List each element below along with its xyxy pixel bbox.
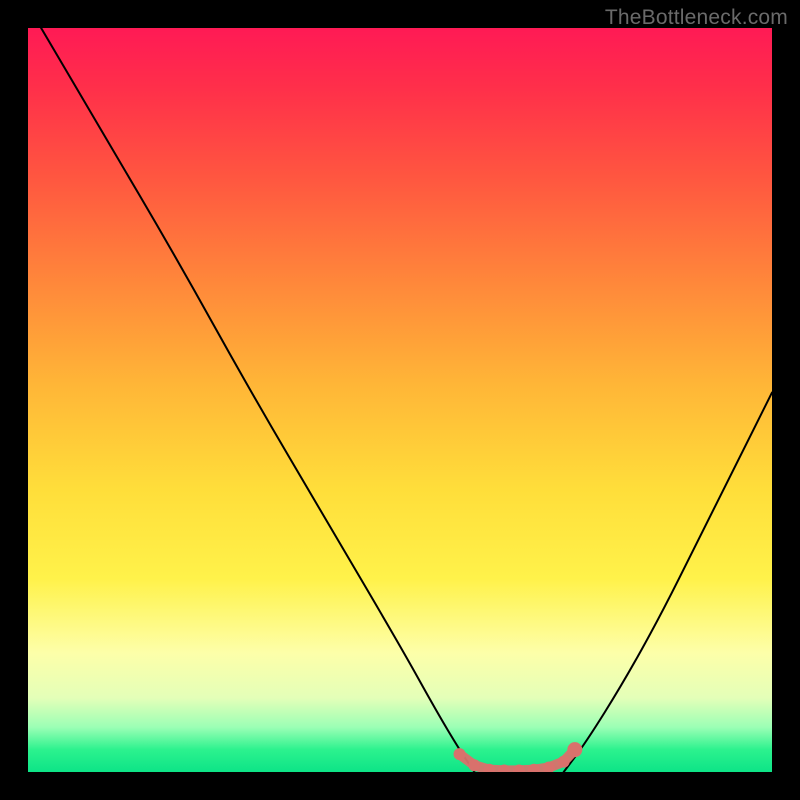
- optimal-endpoint: [567, 742, 582, 757]
- watermark-text: TheBottleneck.com: [605, 6, 788, 30]
- chart-svg: [28, 28, 772, 772]
- chart-plot-area: [28, 28, 772, 772]
- curve-right-branch: [564, 393, 772, 772]
- curve-left-branch: [28, 28, 474, 772]
- chart-frame: TheBottleneck.com: [0, 0, 800, 800]
- chart-curves: [28, 28, 772, 772]
